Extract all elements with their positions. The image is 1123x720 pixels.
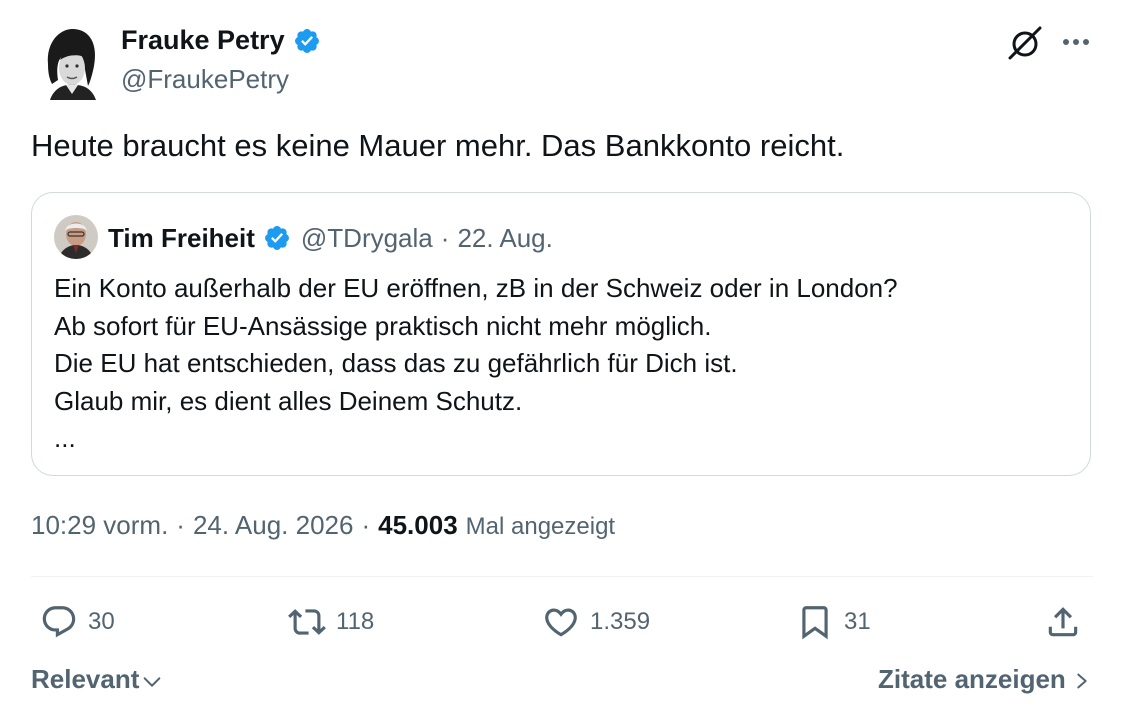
tweet-date[interactable]: 24. Aug. 2026 [193,510,353,541]
quoted-tweet-date[interactable]: 22. Aug. [457,223,552,254]
tweet-text: Heute braucht es keine Mauer mehr. Das B… [31,128,845,163]
separator-dot: · [176,510,185,540]
bookmark-icon [802,606,828,640]
reply-button[interactable]: 30 [40,600,115,644]
author-name-text[interactable]: Frauke Petry [121,25,285,56]
like-button[interactable]: 1.359 [542,600,650,644]
tweet-time[interactable]: 10:29 vorm. [31,510,168,541]
view-count-label: Mal angezeigt [465,513,616,540]
view-quotes-label: Zitate anzeigen [878,664,1066,694]
quoted-text-line: Glaub mir, es dient alles Deinem Schutz. [54,385,523,416]
repost-button[interactable]: 118 [288,600,374,644]
separator-dot: · [440,222,450,253]
bookmark-button[interactable]: 31 [796,600,871,644]
chevron-down-icon [144,676,161,687]
reply-count: 30 [88,608,115,635]
share-button[interactable] [1044,600,1092,644]
reply-icon [42,606,76,638]
tweet-meta: 10:29 vorm. · 24. Aug. 2026 · 45.003 Mal… [31,510,615,541]
quoted-author-handle[interactable]: @TDrygala [301,223,433,254]
verified-badge-icon [293,27,321,55]
share-icon [1048,607,1078,637]
author-handle[interactable]: @FraukePetry [121,64,289,95]
author-name[interactable]: Frauke Petry [121,25,321,56]
quoted-tweet-header: Tim Freiheit @TDrygala · 22. Aug. [108,220,553,256]
chevron-right-icon [1077,673,1087,689]
divider [31,576,1093,577]
quoted-text-line: Ab sofort für EU-Ansässige praktisch nic… [54,310,712,341]
separator-dot: · [361,510,371,540]
quoted-text-line: ... [54,423,76,453]
repost-icon [288,609,326,635]
quoted-text-line: Ein Konto außerhalb der EU eröffnen, zB … [54,273,898,303]
verified-badge-icon [263,224,291,252]
view-count: 45.003 [378,510,458,540]
bookmark-count: 31 [844,608,871,635]
quoted-tweet-text: Ein Konto außerhalb der EU eröffnen, zB … [54,270,898,458]
quoted-author-avatar[interactable] [54,215,98,259]
view-quotes-link[interactable]: Zitate anzeigen [878,664,1092,695]
like-icon [545,608,577,637]
quoted-text-line: Die EU hat entschieden, dass das zu gefä… [54,348,738,378]
repost-count: 118 [336,608,375,635]
like-count: 1.359 [590,608,651,635]
sort-dropdown[interactable]: Relevant [31,664,163,695]
quoted-author-name[interactable]: Tim Freiheit [108,223,255,254]
sort-dropdown-label: Relevant [31,664,140,694]
more-icon[interactable] [1060,32,1092,52]
grok-icon[interactable] [1006,24,1044,62]
author-avatar[interactable] [40,24,100,100]
